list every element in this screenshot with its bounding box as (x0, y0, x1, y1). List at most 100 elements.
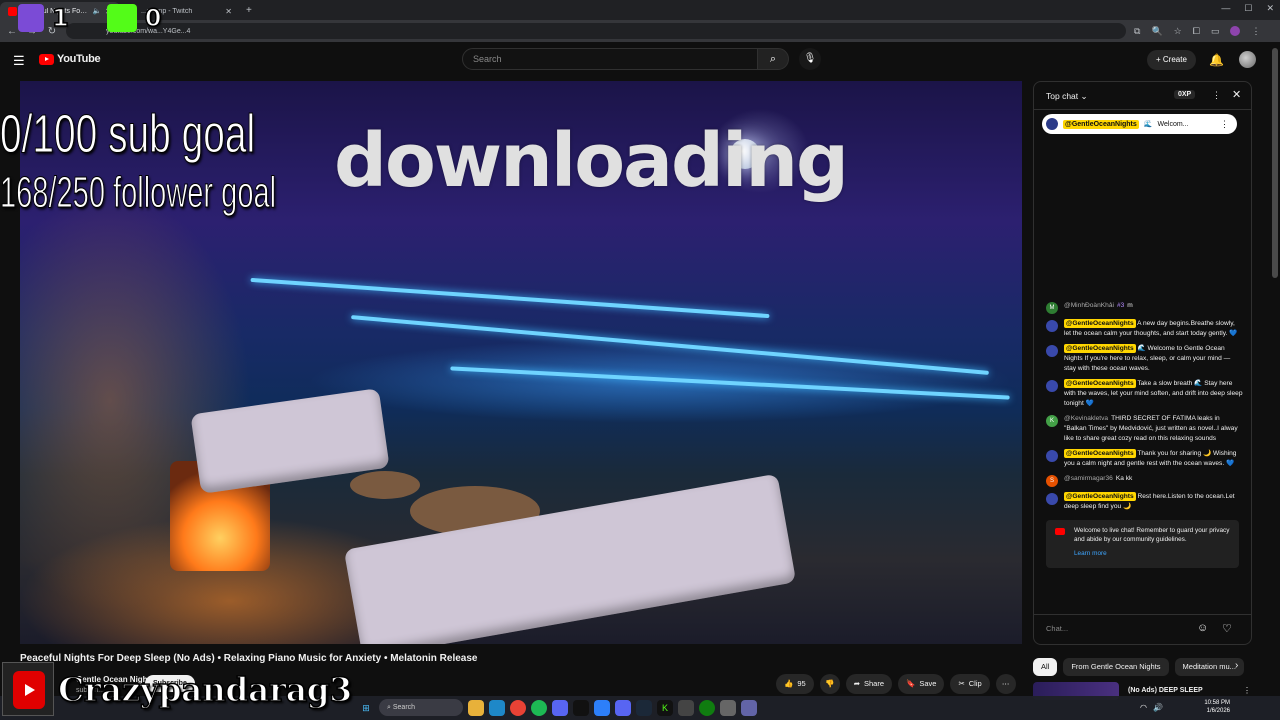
message-text: m (1127, 301, 1133, 309)
search-input[interactable]: Search (462, 48, 758, 70)
cast-icon[interactable]: ⧉ (1134, 26, 1140, 37)
youtube-play-icon (39, 53, 54, 65)
tiktok-icon[interactable] (573, 699, 589, 716)
windows-start-icon[interactable]: ⊞ (358, 700, 374, 716)
search-icon: ⌕ (387, 704, 391, 711)
welcome-text: Welcome to live chat! Remember to guard … (1074, 527, 1230, 543)
pinned-menu-icon[interactable]: ⋮ (1220, 119, 1229, 130)
app-icon[interactable] (594, 699, 610, 716)
youtube-logo[interactable]: YouTube (39, 53, 101, 65)
video-actions: 👍 95 👎 ➦ Share 🔖 Save ✂ Clip ⋯ (776, 674, 1016, 694)
pinned-author: @GentleOceanNights (1063, 119, 1139, 129)
steam-icon[interactable] (636, 699, 652, 716)
window-controls: — ☐ ✕ (1221, 3, 1274, 14)
pinned-message[interactable]: @GentleOceanNights 🌊 Welcom... ⋮ (1042, 114, 1237, 134)
taskbar-search[interactable]: ⌕ Search (379, 699, 463, 716)
bookmark-star-icon[interactable]: ☆ (1174, 26, 1182, 37)
chat-mode-dropdown[interactable]: Top chat ⌄ (1046, 91, 1088, 102)
message-author[interactable]: @samirmagar36 (1064, 475, 1113, 482)
spotify-icon[interactable] (531, 699, 547, 716)
back-icon[interactable]: ← (6, 26, 18, 37)
page-scrollbar[interactable] (1272, 48, 1278, 278)
maximize-icon[interactable]: ☐ (1244, 3, 1252, 14)
message-author[interactable]: @GentleOceanNights (1064, 343, 1136, 353)
discord-icon[interactable] (615, 699, 631, 716)
taskbar-clock[interactable]: 10:58 PM 1/6/2026 (1180, 699, 1230, 715)
chrome-icon[interactable] (510, 699, 526, 716)
message-author[interactable]: @GentleOceanNights (1064, 491, 1136, 501)
teams-icon[interactable] (741, 699, 757, 716)
bookmark-icon: 🔖 (906, 679, 916, 688)
chat-mode-label: Top chat (1046, 91, 1079, 101)
extensions-icon[interactable]: ⧠ (1193, 26, 1200, 37)
live-chat-panel: Top chat ⌄ 0XP ⋮ ✕ @GentleOceanNights 🌊 … (1033, 81, 1252, 645)
xp-badge[interactable]: 0XP (1174, 90, 1196, 99)
message-author[interactable]: @GentleOceanNights (1064, 378, 1136, 388)
twitch-count: 1 (51, 3, 69, 33)
sofa-graphic (343, 473, 797, 644)
streamer-name-overlay: Crazypandarag3 (57, 669, 353, 710)
heart-icon[interactable]: ♡ (1222, 622, 1232, 635)
app-icon[interactable] (678, 699, 694, 716)
app-icon[interactable] (720, 699, 736, 716)
chat-input[interactable]: Chat... (1046, 624, 1068, 633)
zoom-icon[interactable]: 🔍 (1151, 26, 1162, 37)
notifications-bell-icon[interactable]: 🔔 (1209, 53, 1224, 67)
share-icon: ➦ (853, 679, 860, 688)
save-button[interactable]: 🔖 Save (898, 674, 945, 694)
chat-input-row: Chat... ☺ ♡ (1034, 614, 1251, 644)
close-window-icon[interactable]: ✕ (1266, 3, 1274, 14)
platform-counter-overlay: 1 0 (18, 3, 162, 33)
message-author[interactable]: @GentleOceanNights (1064, 318, 1136, 328)
message-author[interactable]: @MinhĐoànKhải (1064, 302, 1114, 309)
clock-date: 1/6/2026 (1206, 708, 1230, 714)
clip-button[interactable]: ✂ Clip (950, 674, 990, 694)
like-button[interactable]: 👍 95 (776, 674, 814, 694)
file-explorer-icon[interactable] (468, 699, 484, 716)
url-field[interactable]: youtube.com/wa...Y4Ge...4 (66, 23, 1126, 39)
share-button[interactable]: ➦ Share (845, 674, 892, 694)
taskbar-search-label: Search (392, 704, 416, 711)
xbox-icon[interactable] (699, 699, 715, 716)
chip-from-channel[interactable]: From Gentle Ocean Nights (1063, 658, 1169, 676)
kick-count: 0 (144, 3, 162, 33)
new-tab-button[interactable]: + (240, 5, 258, 16)
account-avatar[interactable] (1239, 51, 1256, 68)
create-label: Create (1162, 55, 1187, 64)
kick-app-icon[interactable]: K (657, 699, 673, 716)
chip-meditation[interactable]: Meditation mu... (1174, 658, 1244, 676)
message-author[interactable]: @Kevinakletva (1064, 415, 1108, 422)
avatar: S (1046, 474, 1058, 487)
youtube-icon (1055, 528, 1065, 535)
search-button[interactable]: ⌕ (757, 48, 789, 70)
close-chat-icon[interactable]: ✕ (1232, 88, 1241, 101)
kick-logo-icon (106, 4, 137, 32)
browser-menu-icon[interactable]: ⋮ (1251, 26, 1260, 37)
chat-message: @GentleOceanNights A new day begins.Brea… (1034, 316, 1251, 341)
chip-all[interactable]: All (1033, 658, 1058, 676)
clip-label: Clip (968, 679, 982, 688)
chat-message: S @samirmagar36 Ka kk (1034, 471, 1251, 489)
dislike-button[interactable]: 👎 (819, 674, 840, 694)
more-actions-button[interactable]: ⋯ (995, 674, 1016, 694)
app-icon[interactable] (552, 699, 568, 716)
emoji-icon[interactable]: ☺ (1197, 622, 1208, 634)
voice-search-button[interactable]: 🎙 (799, 48, 821, 70)
chat-menu-icon[interactable]: ⋮ (1212, 90, 1221, 101)
close-tab-icon[interactable]: ✕ (225, 7, 232, 16)
avatar (1046, 449, 1058, 462)
learn-more-link[interactable]: Learn more (1074, 549, 1231, 558)
related-video-menu-icon[interactable]: ⋮ (1243, 686, 1251, 695)
edge-icon[interactable] (489, 699, 505, 716)
menu-icon[interactable]: ☰ (13, 53, 25, 69)
profile-icon[interactable] (1230, 26, 1241, 36)
wifi-icon[interactable]: ◠ (1140, 703, 1147, 712)
message-author[interactable]: @GentleOceanNights (1064, 448, 1136, 458)
more-icon: ⋯ (1001, 679, 1010, 688)
minimize-icon[interactable]: — (1221, 3, 1230, 14)
create-button[interactable]: + Create (1147, 50, 1196, 70)
chat-message: @GentleOceanNights Take a slow breath 🌊 … (1034, 376, 1251, 411)
sidebar-icon[interactable]: ▭ (1211, 26, 1220, 37)
chevron-right-icon[interactable]: › (1235, 660, 1238, 671)
volume-icon[interactable]: 🔊 (1153, 703, 1163, 712)
